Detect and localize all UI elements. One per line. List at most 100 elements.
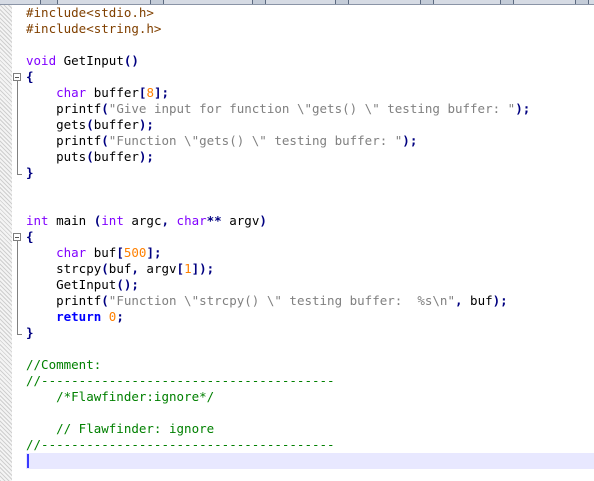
code-line[interactable]: puts(buffer); [26, 149, 594, 165]
code-token: } [26, 325, 34, 340]
code-token: //Comment: [26, 357, 102, 372]
code-token: ( [86, 117, 94, 132]
code-token: ( [101, 293, 109, 308]
document-tab[interactable] [500, 0, 514, 4]
code-line[interactable]: char buffer[8]; [26, 85, 594, 101]
code-token: ]; [153, 85, 170, 100]
code-token: /*Flawfinder:ignore*/ [26, 389, 215, 404]
code-token: main [48, 213, 94, 228]
code-token: buf [86, 245, 117, 260]
fold-line [17, 241, 18, 334]
code-token: } [26, 165, 34, 180]
code-line[interactable] [26, 405, 594, 421]
code-token: argc [123, 213, 162, 228]
code-token: [ [116, 245, 124, 260]
code-token: , [131, 261, 139, 276]
code-token: , [454, 293, 463, 308]
code-token: int [26, 213, 49, 228]
code-token: ); [138, 117, 154, 132]
code-token: puts [26, 149, 87, 164]
code-line[interactable]: #include<stdio.h> [26, 5, 594, 21]
code-line[interactable]: #include<string.h> [26, 21, 594, 37]
code-token: buffer [93, 117, 139, 132]
code-line[interactable]: int main (int argc, char** argv) [26, 213, 594, 229]
code-token: 500 [123, 245, 147, 260]
code-token: , [161, 213, 170, 228]
code-token: ** [206, 213, 222, 228]
code-line[interactable]: printf("Function \"gets() \" testing buf… [26, 133, 594, 149]
fold-toggle-icon[interactable] [13, 73, 21, 81]
fold-toggle-icon[interactable] [13, 233, 21, 241]
code-token: ]); [191, 261, 215, 276]
document-tab[interactable] [40, 0, 58, 4]
code-line[interactable]: } [26, 165, 594, 181]
code-token: (); [116, 277, 139, 292]
code-line[interactable]: strcpy(buf, argv[1]); [26, 261, 594, 277]
code-line[interactable] [26, 181, 594, 197]
code-line[interactable]: printf("Give input for function \"gets()… [26, 101, 594, 117]
code-line[interactable]: } [26, 325, 594, 341]
code-line[interactable] [26, 37, 594, 53]
code-token: // Flawfinder: ignore [26, 421, 215, 436]
code-token: ( [86, 149, 94, 164]
code-token: ); [138, 149, 154, 164]
code-token: ) [259, 213, 267, 228]
code-token: 1 [184, 261, 192, 276]
code-token: ( [101, 261, 109, 276]
code-token: argv [221, 213, 260, 228]
document-tab[interactable] [252, 0, 266, 4]
document-tab[interactable] [150, 0, 164, 4]
current-line[interactable] [26, 453, 594, 469]
code-token: printf [26, 293, 102, 308]
code-token: //--------------------------------------… [26, 373, 335, 388]
code-token: "Give input for function \"gets() \" tes… [108, 101, 516, 116]
code-line[interactable]: gets(buffer); [26, 117, 594, 133]
document-tab[interactable] [335, 0, 349, 4]
code-line[interactable]: //--------------------------------------… [26, 373, 594, 389]
code-line[interactable]: { [26, 69, 594, 85]
code-line[interactable] [26, 341, 594, 357]
code-line[interactable]: GetInput(); [26, 277, 594, 293]
code-line[interactable]: /*Flawfinder:ignore*/ [26, 389, 594, 405]
code-line[interactable]: //--------------------------------------… [26, 437, 594, 453]
code-token: { [26, 69, 34, 84]
code-token: "Function \"strcpy() \" testing buffer: … [108, 293, 455, 308]
code-token: buf [462, 293, 493, 308]
code-token: buf [108, 261, 132, 276]
code-token: "Function \"gets() \" testing buffer: " [108, 133, 403, 148]
code-token: ( [101, 101, 109, 116]
code-token: void [26, 53, 57, 68]
code-line[interactable]: //Comment: [26, 357, 594, 373]
code-line[interactable]: void GetInput() [26, 53, 594, 69]
code-line[interactable]: { [26, 229, 594, 245]
code-token: () [123, 53, 139, 68]
fold-end-mark [17, 334, 22, 335]
code-token: ); [515, 101, 531, 116]
code-line[interactable] [26, 197, 594, 213]
code-token: ); [402, 133, 418, 148]
code-token: ]; [146, 245, 162, 260]
margin-gutter[interactable] [0, 5, 12, 481]
code-token: buffer [93, 149, 139, 164]
code-token: ( [101, 133, 109, 148]
code-token: 8 [146, 85, 154, 100]
code-token: char [176, 213, 207, 228]
code-line[interactable]: printf("Function \"strcpy() \" testing b… [26, 293, 594, 309]
code-line[interactable]: return 0; [26, 309, 594, 325]
document-tab[interactable] [575, 0, 589, 4]
code-token: [ [176, 261, 185, 276]
fold-line [17, 81, 18, 174]
code-token: printf [26, 133, 102, 148]
document-tab[interactable] [420, 0, 434, 4]
code-line[interactable]: char buf[500]; [26, 245, 594, 261]
code-token: printf [26, 101, 102, 116]
text-caret [27, 454, 29, 468]
code-token: strcpy [26, 261, 102, 276]
code-line[interactable]: // Flawfinder: ignore [26, 421, 594, 437]
code-token: #include<string.h> [26, 21, 162, 36]
fold-end-mark [17, 174, 22, 175]
code-token: return [56, 309, 102, 324]
